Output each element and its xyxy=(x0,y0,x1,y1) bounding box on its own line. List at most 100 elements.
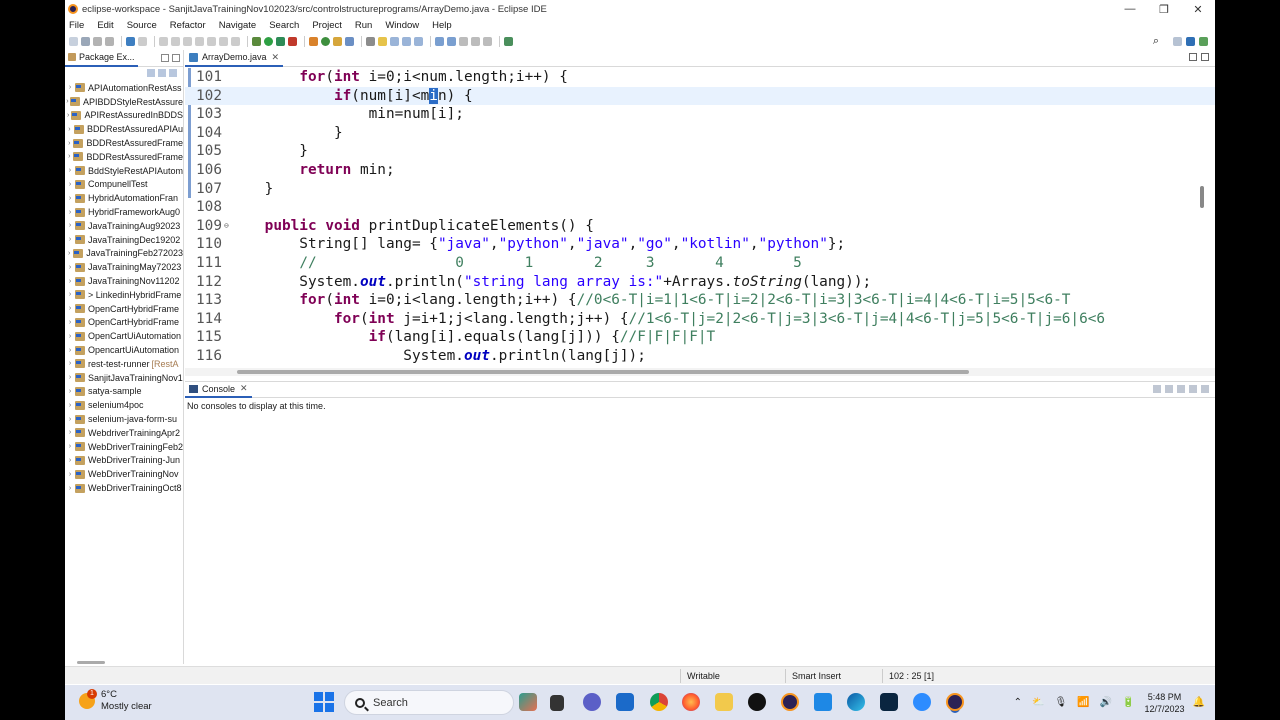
code-line[interactable]: 114 for(int j=i+1;j<lang.length;j++) {//… xyxy=(185,310,1215,329)
fold-toggle-icon[interactable]: ⊖ xyxy=(224,217,229,236)
vpn-icon[interactable] xyxy=(814,693,832,711)
speaker-icon[interactable]: 🔊 xyxy=(1100,697,1112,708)
project-item[interactable]: › JavaTrainingAug92023 xyxy=(65,219,183,233)
minimize-view-icon[interactable] xyxy=(161,54,169,62)
firefox-icon[interactable] xyxy=(682,693,700,711)
expand-arrow-icon[interactable]: › xyxy=(65,485,75,492)
project-item[interactable]: › OpenCartHybridFrame xyxy=(65,316,183,330)
project-item[interactable]: › satya-sample xyxy=(65,385,183,399)
project-item[interactable]: › selenium-java-form-su xyxy=(65,412,183,426)
expand-arrow-icon[interactable]: › xyxy=(65,457,75,464)
view-menu-icon[interactable] xyxy=(169,69,177,77)
close-console-icon[interactable]: ✕ xyxy=(240,383,248,394)
menu-edit[interactable]: Edit xyxy=(97,20,113,31)
dell-icon[interactable] xyxy=(748,693,766,711)
editor-horizontal-scrollbar[interactable] xyxy=(237,370,969,374)
edge-icon[interactable] xyxy=(847,693,865,711)
step-into-icon[interactable] xyxy=(207,36,216,46)
project-item[interactable]: › APIAutomationRestAss xyxy=(65,81,183,95)
expand-arrow-icon[interactable]: › xyxy=(65,209,75,216)
code-line[interactable]: 102 if(num[i]<min) { xyxy=(185,86,1215,106)
expand-arrow-icon[interactable]: › xyxy=(65,167,75,174)
project-item[interactable]: › JavaTrainingDec19202 xyxy=(65,233,183,247)
code-line[interactable]: 108 xyxy=(185,198,1215,217)
coverage-icon[interactable] xyxy=(276,36,285,46)
taskbar-search[interactable]: Search xyxy=(344,690,514,715)
code-editor[interactable]: 101 for(int i=0;i<num.length;i++) {102 i… xyxy=(185,68,1215,368)
copilot-icon[interactable] xyxy=(519,693,537,711)
expand-arrow-icon[interactable]: › xyxy=(65,236,75,243)
pin-console-icon[interactable] xyxy=(1153,385,1161,393)
project-item[interactable]: › WebDriverTrainingOct8 xyxy=(65,481,183,495)
open-type-icon[interactable] xyxy=(333,36,342,46)
notifications-icon[interactable]: 🔔 xyxy=(1193,697,1205,708)
package-explorer-scrollbar[interactable] xyxy=(77,661,105,664)
code-line[interactable]: 109 ⊖ public void printDuplicateElements(… xyxy=(185,217,1215,236)
project-item[interactable]: › OpenCartHybridFrame xyxy=(65,302,183,316)
expand-arrow-icon[interactable]: › xyxy=(65,388,75,395)
back-icon[interactable] xyxy=(471,36,480,46)
expand-arrow-icon[interactable]: › xyxy=(65,429,75,436)
project-item[interactable]: › OpencartUiAutomation xyxy=(65,343,183,357)
menu-source[interactable]: Source xyxy=(127,20,157,31)
project-item[interactable]: › BDDRestAssuredFrame xyxy=(65,136,183,150)
perspective-switch-icon[interactable] xyxy=(1173,36,1182,46)
code-line[interactable]: 115 if(lang[i].equals(lang[j])) {//F|F|F… xyxy=(185,328,1215,347)
run-icon[interactable] xyxy=(264,36,273,46)
expand-arrow-icon[interactable]: › xyxy=(65,416,75,423)
network-status-icon[interactable]: ⛅ xyxy=(1032,697,1044,708)
resume-icon[interactable] xyxy=(159,36,168,46)
menu-refactor[interactable]: Refactor xyxy=(170,20,206,31)
project-item[interactable]: › JavaTrainingFeb272023 xyxy=(65,247,183,261)
project-item[interactable]: › CompunellTest xyxy=(65,178,183,192)
java-perspective-icon[interactable] xyxy=(1186,36,1195,46)
disconnect-icon[interactable] xyxy=(195,36,204,46)
eclipse-active-icon[interactable] xyxy=(946,693,964,711)
menu-help[interactable]: Help xyxy=(432,20,452,31)
new-class-icon[interactable] xyxy=(321,36,330,46)
expand-arrow-icon[interactable]: › xyxy=(65,195,75,202)
new-icon[interactable] xyxy=(69,36,78,46)
battery-icon[interactable]: 🔋 xyxy=(1122,697,1134,708)
link-editor-icon[interactable] xyxy=(158,69,166,77)
open-perspective-icon[interactable] xyxy=(504,36,513,46)
toggle-mark-icon[interactable] xyxy=(378,36,387,46)
pin-icon[interactable] xyxy=(366,36,375,46)
menu-project[interactable]: Project xyxy=(312,20,342,31)
project-item[interactable]: › WebDriverTraining-Jun xyxy=(65,454,183,468)
open-console-icon[interactable] xyxy=(1177,385,1185,393)
show-source-icon[interactable] xyxy=(414,36,423,46)
code-line[interactable]: 107 } xyxy=(185,180,1215,199)
project-item[interactable]: › OpenCartUiAutomation xyxy=(65,329,183,343)
code-line[interactable]: 110 String[] lang= {"java","python","jav… xyxy=(185,235,1215,254)
external-tools-icon[interactable] xyxy=(288,36,297,46)
teams-icon[interactable] xyxy=(583,693,601,711)
project-item[interactable]: › WebDriverTrainingNov xyxy=(65,467,183,481)
vscode-icon[interactable] xyxy=(880,693,898,711)
next-annotation-icon[interactable] xyxy=(435,36,444,46)
code-line[interactable]: 106 return min; xyxy=(185,161,1215,180)
project-item[interactable]: › APIBDDStyleRestAssure xyxy=(65,95,183,109)
close-button[interactable]: ✕ xyxy=(1181,0,1215,18)
expand-arrow-icon[interactable]: › xyxy=(65,222,75,229)
prev-annotation-icon[interactable] xyxy=(447,36,456,46)
expand-arrow-icon[interactable]: › xyxy=(65,264,75,271)
expand-arrow-icon[interactable]: › xyxy=(65,347,75,354)
wifi-icon[interactable]: 📶 xyxy=(1077,697,1089,708)
block-selection-icon[interactable] xyxy=(390,36,399,46)
project-item[interactable]: › BDDRestAssuredAPIAu xyxy=(65,122,183,136)
code-line[interactable]: 101 for(int i=0;i<num.length;i++) { xyxy=(185,68,1215,87)
last-edit-icon[interactable] xyxy=(459,36,468,46)
package-explorer-tab[interactable]: Package Ex... xyxy=(65,50,138,67)
search-icon[interactable]: ⌕ xyxy=(1153,35,1159,48)
step-return-icon[interactable] xyxy=(231,36,240,46)
project-item[interactable]: › WebdriverTrainingApr2 xyxy=(65,426,183,440)
expand-arrow-icon[interactable]: › xyxy=(65,443,75,450)
expand-arrow-icon[interactable]: › xyxy=(65,374,75,381)
menu-file[interactable]: File xyxy=(69,20,84,31)
project-item[interactable]: › HybridAutomationFran xyxy=(65,191,183,205)
expand-arrow-icon[interactable]: › xyxy=(65,402,75,409)
debug-perspective-icon[interactable] xyxy=(1199,36,1208,46)
code-line[interactable]: 105 } xyxy=(185,142,1215,161)
expand-arrow-icon[interactable]: › xyxy=(65,471,75,478)
